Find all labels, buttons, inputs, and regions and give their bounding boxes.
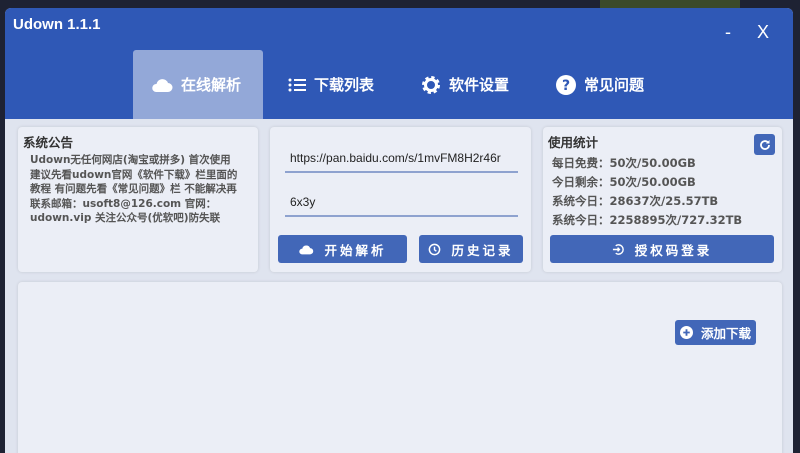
download-panel: 添加下载 bbox=[18, 282, 782, 453]
close-button[interactable]: X bbox=[757, 22, 769, 43]
history-button[interactable]: 历史记录 bbox=[419, 235, 523, 263]
license-login-button[interactable]: 授权码登录 bbox=[550, 235, 774, 263]
tab-settings[interactable]: 软件设置 bbox=[403, 50, 527, 119]
plus-circle-icon bbox=[679, 326, 693, 339]
tab-online-parse[interactable]: 在线解析 bbox=[133, 50, 263, 119]
tab-download-list[interactable]: 下载列表 bbox=[270, 50, 392, 119]
window-title: Udown 1.1.1 bbox=[13, 16, 101, 33]
stat-system-today: 系统今日：28637次/25.57TB bbox=[552, 194, 719, 208]
app-window: Udown 1.1.1 - X 在线解析 下载列表 软件设置 ? 常见问题 系统… bbox=[5, 8, 793, 453]
add-download-button[interactable]: 添加下载 bbox=[675, 320, 756, 345]
login-icon bbox=[612, 243, 624, 255]
tab-label: 在线解析 bbox=[181, 76, 242, 94]
url-input[interactable] bbox=[285, 145, 518, 173]
cloud-icon bbox=[152, 78, 173, 92]
button-label: 授权码登录 bbox=[634, 242, 713, 258]
question-icon: ? bbox=[556, 74, 576, 95]
stat-remaining-today: 今日剩余：50次/50.00GB bbox=[552, 175, 696, 189]
notice-title: 系统公告 bbox=[23, 135, 74, 150]
tab-label: 下载列表 bbox=[314, 76, 375, 94]
header: Udown 1.1.1 - X 在线解析 下载列表 软件设置 ? 常见问题 bbox=[5, 8, 793, 119]
cloud-icon bbox=[299, 244, 314, 254]
start-parse-button[interactable]: 开始解析 bbox=[278, 235, 407, 263]
notice-panel: 系统公告 Udown无任何网店(淘宝或拼多) 首次使用建议先看udown官网《软… bbox=[18, 127, 258, 272]
notice-text: Udown无任何网店(淘宝或拼多) 首次使用建议先看udown官网《软件下载》栏… bbox=[30, 154, 238, 224]
stats-panel: 使用统计 每日免费：50次/50.00GB 今日剩余：50次/50.00GB 系… bbox=[543, 127, 782, 272]
minimize-button[interactable]: - bbox=[725, 22, 731, 43]
tab-faq[interactable]: ? 常见问题 bbox=[538, 50, 662, 119]
history-icon bbox=[429, 243, 441, 255]
stat-system-total: 系统今日：2258895次/727.32TB bbox=[552, 213, 743, 227]
button-label: 开始解析 bbox=[324, 242, 387, 258]
tab-label: 常见问题 bbox=[584, 76, 645, 94]
stat-daily-free: 每日免费：50次/50.00GB bbox=[552, 156, 696, 170]
parse-panel: 开始解析 历史记录 bbox=[270, 127, 531, 272]
code-input[interactable] bbox=[285, 189, 518, 217]
list-icon bbox=[288, 78, 306, 91]
button-label: 历史记录 bbox=[451, 242, 514, 258]
gear-icon bbox=[422, 75, 440, 94]
refresh-icon bbox=[759, 139, 770, 150]
stats-title: 使用统计 bbox=[548, 135, 599, 150]
button-label: 添加下载 bbox=[700, 326, 751, 341]
tab-label: 软件设置 bbox=[449, 76, 510, 94]
refresh-button[interactable] bbox=[754, 134, 775, 155]
svg-text:?: ? bbox=[562, 78, 570, 94]
